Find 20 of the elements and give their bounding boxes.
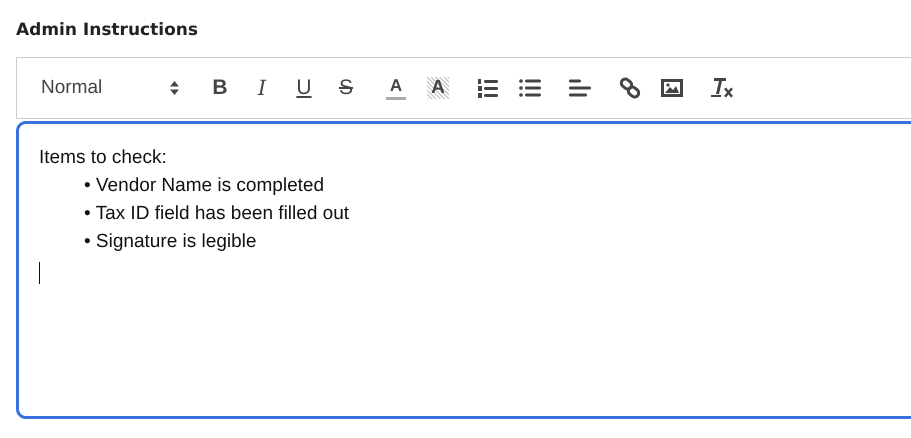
up-down-caret-icon [170, 81, 179, 95]
format-select[interactable]: Normal [31, 73, 189, 103]
align-left-icon [569, 78, 591, 98]
editor-text-line: • Signature is legible [83, 230, 258, 254]
text-color-button[interactable]: A [382, 73, 410, 103]
editor-text-line: • Tax ID field has been filled out [83, 202, 350, 226]
bold-button[interactable]: B [206, 73, 234, 103]
numbered-list-icon [477, 77, 499, 99]
editor-text-line: Items to check: [39, 146, 168, 170]
image-icon [661, 79, 683, 97]
editor-text-line: • Vendor Name is completed [83, 174, 326, 198]
bullet-list-icon [519, 78, 541, 98]
link-icon [619, 77, 641, 99]
text-editor[interactable]: Items to check: • Vendor Name is completed • Tax ID field has been filled out • Signature is legible [16, 121, 911, 419]
section-title: Admin Instructions [16, 20, 199, 40]
clear-format-icon [710, 77, 734, 99]
text-cursor [39, 262, 40, 284]
strikethrough-button[interactable]: S [332, 73, 360, 103]
italic-button[interactable]: I [248, 73, 276, 103]
underline-button[interactable]: U [290, 73, 318, 103]
